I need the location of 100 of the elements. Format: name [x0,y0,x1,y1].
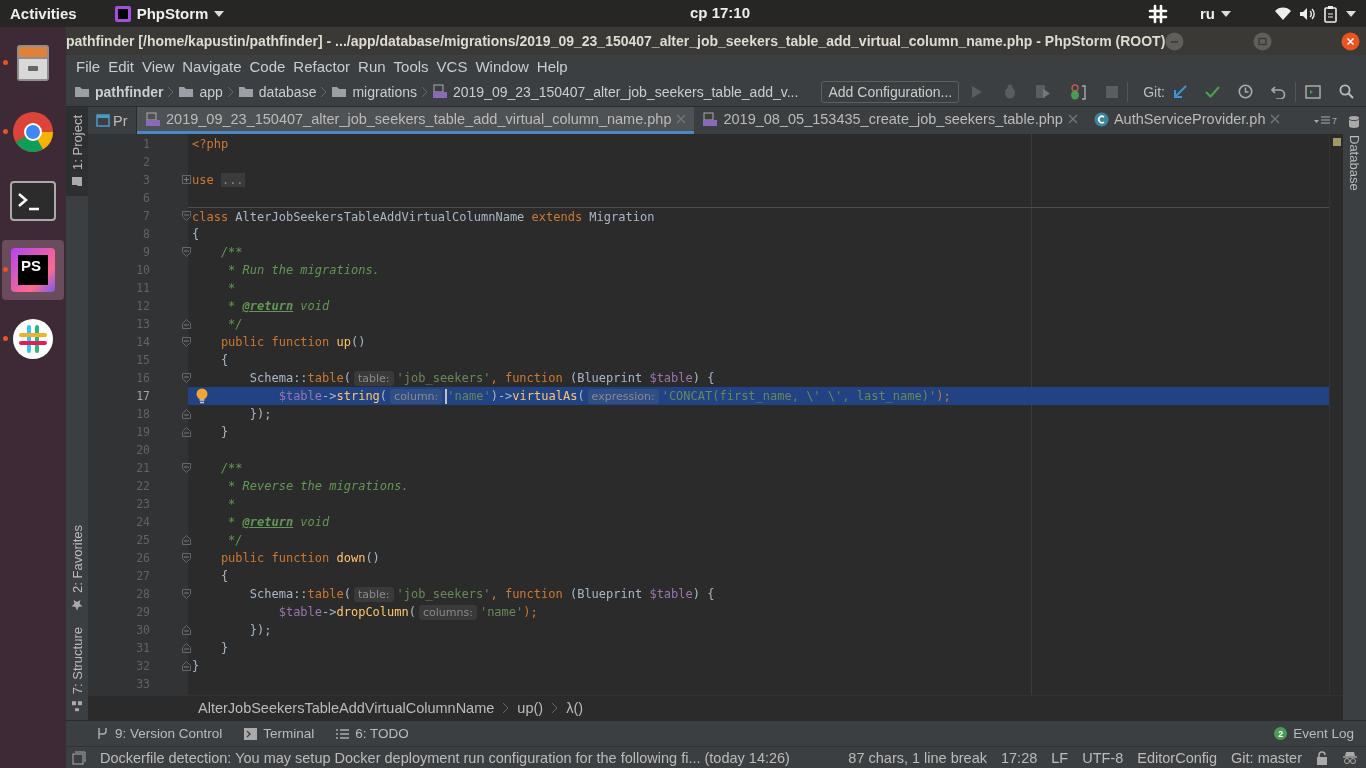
status-item[interactable]: Git: master [1231,749,1302,766]
menu-item[interactable]: Navigate [178,57,246,75]
history-icon[interactable] [1238,84,1253,99]
status-item[interactable]: 17:28 [1001,749,1038,766]
tool-window-button[interactable]: Database [1343,107,1365,199]
menu-item[interactable]: VCS [432,57,472,75]
code-text: Schema::table( [249,371,351,385]
dock-item-highlight[interactable]: PS [2,240,64,300]
status-item[interactable]: UTF-8 [1082,749,1124,766]
menu-item[interactable]: Run [354,57,390,75]
code-text: * Run the migrations. [228,263,380,277]
caret-icon [1221,10,1231,17]
app-icon [114,5,131,22]
run-configuration-button[interactable]: Add Configuration... [821,80,960,103]
menu-item[interactable]: Refactor [289,57,355,75]
fold-marker-icon[interactable] [182,373,191,383]
fold-marker-icon[interactable] [182,643,191,653]
inspection-status-icon[interactable] [1332,138,1341,146]
browser-icon[interactable] [11,110,55,154]
fold-marker-icon[interactable] [182,463,191,473]
tool-window-button[interactable]: 9: Version Control [96,726,223,741]
php-file-icon [702,111,719,127]
menu-item[interactable]: View [138,57,179,75]
menu-item[interactable]: Tools [389,57,433,75]
menu-item[interactable]: Code [245,57,290,75]
expand-marker-icon[interactable] [182,175,191,184]
fold-marker-icon[interactable] [182,337,191,347]
path-crumb[interactable]: database [258,83,317,100]
tool-window-button[interactable]: Terminal [244,726,315,741]
status-message[interactable]: Dockerfile detection: You may setup Docker deployment run configuration for the following fi... (today 14:26) [100,749,835,766]
code-text: { [220,569,229,583]
activities-button[interactable]: Activities [10,5,77,22]
tab-list-button[interactable]: 7 [1308,107,1343,134]
minimize-button[interactable] [1165,31,1185,51]
close-icon[interactable] [676,114,687,124]
chat-app-icon[interactable] [11,317,55,361]
lightbulb-icon[interactable] [196,388,208,404]
folder-icon [74,85,90,98]
menu-item[interactable]: Edit [104,57,139,75]
fold-marker-icon[interactable] [182,589,191,599]
terminal-icon[interactable] [10,181,56,221]
close-icon[interactable] [1270,114,1281,124]
menu-item[interactable]: File [72,57,105,75]
clock[interactable]: ср 17:10 [690,4,751,21]
fold-marker-icon[interactable] [182,319,191,329]
undo-icon[interactable] [1271,84,1286,99]
fold-marker-icon[interactable] [182,661,191,671]
menu-item[interactable]: Window [471,57,533,75]
caret-icon[interactable] [1346,10,1356,17]
volume-icon[interactable] [1299,6,1316,21]
ide-app-icon[interactable]: PS [11,248,55,292]
path-crumb[interactable]: 2019_09_23_150407_alter_job_seekers_table_add_v... [453,83,799,100]
coverage-icon[interactable] [1035,84,1052,99]
php-file-icon [145,111,161,127]
search-icon[interactable] [1339,84,1354,99]
close-button[interactable] [1341,31,1360,51]
lock-icon[interactable] [1316,750,1328,765]
fold-marker-icon[interactable] [182,409,191,419]
menu-item[interactable]: Help [532,57,572,75]
app-menu[interactable]: PhpStorm [136,5,209,22]
tool-window-button[interactable]: 1: Project [66,107,88,196]
terminal-window-icon[interactable] [1305,84,1321,99]
hash-icon[interactable] [1148,3,1168,24]
path-crumb[interactable]: app [199,83,223,100]
code-text: } [220,641,229,655]
editor-tab[interactable]: 2019_09_23_150407_alter_job_seekers_table_add_virtual_column_name.php [137,107,695,134]
tool-window-button[interactable]: 7: Structure [66,618,88,720]
notification-count: 2 [1274,727,1288,740]
fold-marker-icon[interactable] [182,427,191,437]
editor-tab[interactable]: AuthServiceProvider.ph [1085,107,1289,134]
fold-marker-icon[interactable] [182,211,191,221]
fold-marker-icon[interactable] [182,535,191,545]
inspector-icon[interactable] [1342,750,1358,765]
code-crumb[interactable]: λ() [566,700,584,716]
keyboard-layout[interactable]: ru [1200,5,1215,22]
status-item[interactable]: EditorConfig [1137,749,1218,766]
panel-toggle-icon[interactable] [72,750,86,765]
battery-icon[interactable] [1324,4,1338,23]
maximize-button[interactable] [1253,31,1273,51]
commit-check-icon[interactable] [1205,85,1220,98]
code-crumb[interactable]: up() [517,700,544,716]
event-log-button[interactable]: 2 Event Log [1274,726,1354,741]
code-text: public function down() [220,551,380,565]
path-crumb[interactable]: migrations [352,83,417,100]
tool-window-button[interactable]: 6: TODO [336,726,409,741]
path-crumb[interactable]: pathfinder [95,83,164,100]
fold-marker-icon[interactable] [182,553,191,563]
update-project-icon[interactable] [1173,84,1187,99]
code-crumb[interactable]: AlterJobSeekersTableAddVirtualColumnName [198,700,495,716]
fold-marker-icon[interactable] [182,247,191,257]
status-item[interactable]: 87 chars, 1 line break [848,749,987,766]
fold-marker-icon[interactable] [182,625,191,635]
status-item[interactable]: LF [1051,749,1069,766]
editor-tab[interactable]: 2019_08_05_153435_create_job_seekers_table.php [694,107,1086,134]
php-file-icon [432,84,448,99]
chevron-icon [551,702,559,714]
wifi-icon[interactable] [1275,6,1291,21]
tool-window-button[interactable]: 2: Favorites [66,516,88,619]
close-icon[interactable] [1067,114,1078,124]
code-text: Schema::table( [249,587,351,601]
